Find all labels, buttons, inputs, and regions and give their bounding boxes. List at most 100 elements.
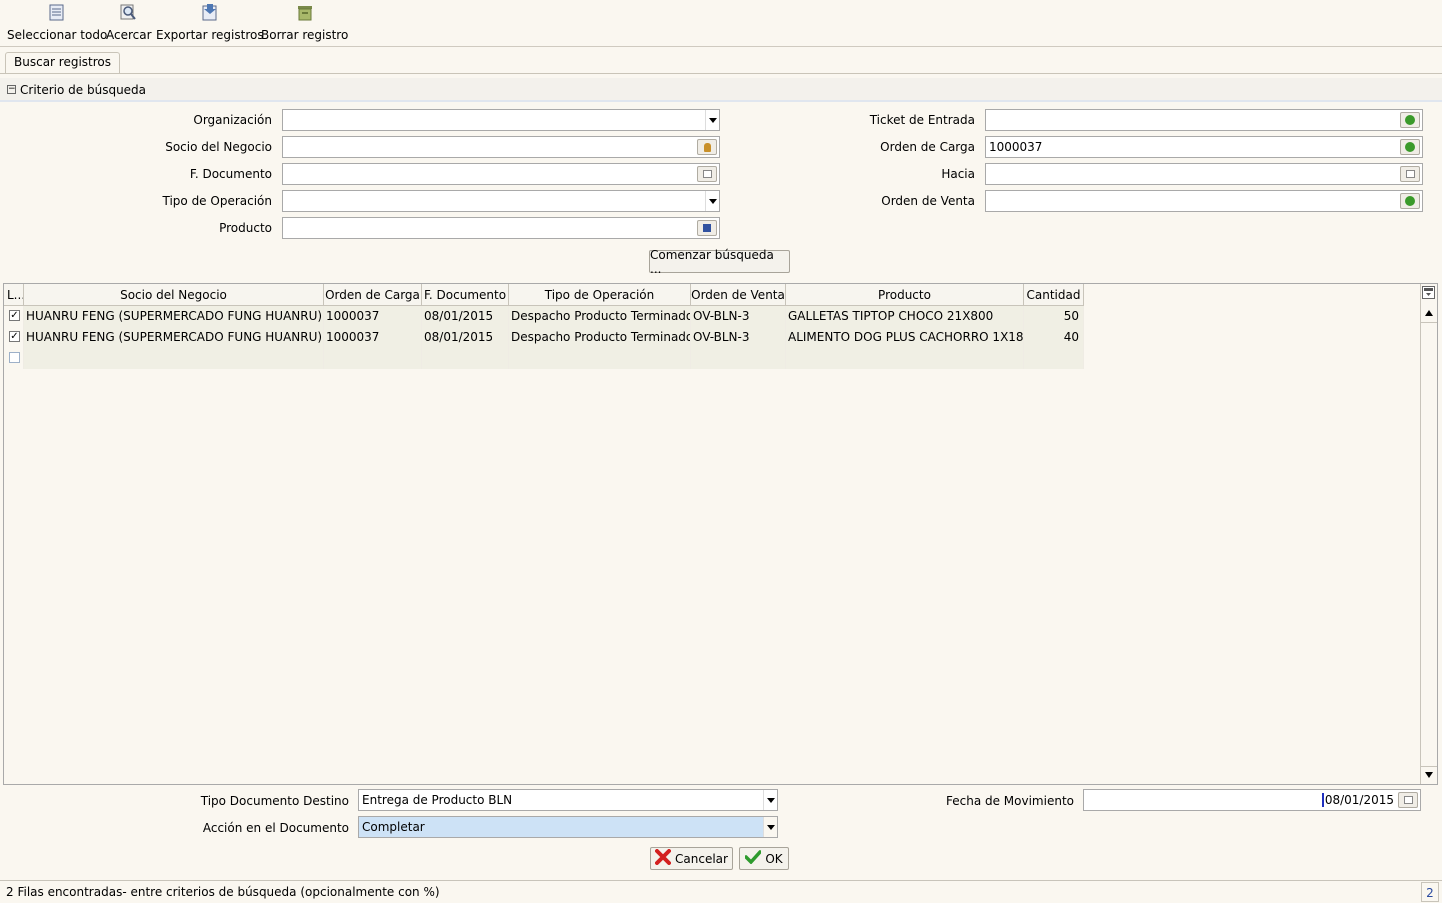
orden-venta-field[interactable]: [985, 190, 1423, 212]
organizacion-label: Organización: [193, 113, 272, 127]
cell-tipo-op: [509, 348, 691, 369]
cell-orden-venta: OV-BLN-3: [691, 327, 786, 348]
cell-socio: HUANRU FENG (SUPERMERCADO FUNG HUANRU): [24, 327, 324, 348]
calendar-icon[interactable]: [1398, 792, 1418, 808]
ok-button[interactable]: OK: [739, 847, 789, 870]
zoom-icon: [106, 2, 152, 24]
orden-carga-field[interactable]: 1000037: [985, 136, 1423, 158]
scroll-down-icon[interactable]: [1425, 772, 1433, 778]
cell-orden-carga: [324, 348, 422, 369]
cell-cantidad: 40: [1024, 327, 1084, 348]
results-table: L... Socio del Negocio Orden de Carga F.…: [3, 283, 1438, 785]
calendar-icon[interactable]: [1400, 166, 1420, 182]
vertical-scrollbar[interactable]: [1420, 284, 1437, 784]
fdoc-label: F. Documento: [189, 167, 272, 181]
fdoc-field[interactable]: [282, 163, 720, 185]
close-icon: [655, 849, 672, 868]
row-select-cell[interactable]: [4, 348, 24, 369]
column-header-orden-carga[interactable]: Orden de Carga: [324, 284, 422, 306]
table-row[interactable]: [4, 348, 1084, 369]
column-header-socio[interactable]: Socio del Negocio: [24, 284, 324, 306]
ticket-label: Ticket de Entrada: [869, 113, 975, 127]
row-checkbox[interactable]: [9, 352, 20, 363]
fecha-value: 08/01/2015: [1321, 793, 1394, 807]
cell-cantidad: 50: [1024, 306, 1084, 327]
cell-fdoc: [422, 348, 509, 369]
product-icon[interactable]: [697, 220, 717, 236]
cell-orden-venta: OV-BLN-3: [691, 306, 786, 327]
cancel-label: Cancelar: [675, 851, 728, 866]
column-header-tipo-op[interactable]: Tipo de Operación: [509, 284, 691, 306]
tipo-doc-label: Tipo Documento Destino: [200, 794, 349, 808]
cell-producto: GALLETAS TIPTOP CHOCO 21X800: [786, 306, 1024, 327]
tab-divider: [0, 73, 1442, 74]
socio-field[interactable]: [282, 136, 720, 158]
cell-cantidad: [1024, 348, 1084, 369]
accion-value: Completar: [362, 820, 425, 834]
scroll-divider: [1421, 766, 1437, 767]
chevron-down-icon[interactable]: [705, 110, 719, 130]
table-row[interactable]: ✓ HUANRU FENG (SUPERMERCADO FUNG HUANRU)…: [4, 327, 1084, 348]
calendar-icon[interactable]: [697, 166, 717, 182]
select-all-button[interactable]: Seleccionar todo: [7, 2, 107, 42]
column-header-producto[interactable]: Producto: [786, 284, 1024, 306]
orden-carga-label: Orden de Carga: [880, 140, 975, 154]
chevron-down-icon[interactable]: [763, 790, 777, 810]
organizacion-select[interactable]: [282, 109, 720, 131]
chevron-down-icon[interactable]: [705, 191, 719, 211]
cell-fdoc: 08/01/2015: [422, 327, 509, 348]
start-search-button[interactable]: Comenzar búsqueda ...: [649, 248, 790, 276]
search-lookup-icon[interactable]: [1400, 139, 1420, 155]
chevron-down-icon[interactable]: [763, 817, 777, 837]
search-lookup-icon[interactable]: [1400, 112, 1420, 128]
tipo-doc-select[interactable]: Entrega de Producto BLN: [358, 789, 778, 811]
trash-icon: [261, 2, 348, 24]
table-row[interactable]: ✓ HUANRU FENG (SUPERMERCADO FUNG HUANRU)…: [4, 306, 1084, 327]
scroll-up-icon[interactable]: [1425, 310, 1433, 316]
cell-orden-carga: 1000037: [324, 327, 422, 348]
collapse-icon[interactable]: −: [7, 85, 16, 94]
column-chooser-icon[interactable]: [1422, 286, 1435, 299]
search-lookup-icon[interactable]: [1400, 193, 1420, 209]
column-header-fdoc[interactable]: F. Documento: [422, 284, 509, 306]
fecha-field[interactable]: 08/01/2015: [1083, 789, 1421, 811]
status-bar: 2 Filas encontradas- entre criterios de …: [0, 880, 1442, 903]
row-checkbox[interactable]: ✓: [9, 310, 20, 321]
status-text: 2 Filas encontradas- entre criterios de …: [6, 885, 440, 899]
export-button[interactable]: Exportar registros: [156, 2, 264, 42]
column-header-select[interactable]: L...: [4, 284, 24, 306]
criteria-title: Criterio de búsqueda: [20, 83, 147, 97]
column-header-cantidad[interactable]: Cantidad: [1024, 284, 1084, 306]
hacia-field[interactable]: [985, 163, 1423, 185]
producto-field[interactable]: [282, 217, 720, 239]
cell-socio: HUANRU FENG (SUPERMERCADO FUNG HUANRU): [24, 306, 324, 327]
cell-socio: [24, 348, 324, 369]
tipo-doc-value: Entrega de Producto BLN: [362, 793, 513, 807]
row-select-cell[interactable]: ✓: [4, 327, 24, 348]
tipo-op-label: Tipo de Operación: [162, 194, 273, 208]
select-all-icon: [7, 2, 107, 24]
cell-tipo-op: Despacho Producto Terminado: [509, 306, 691, 327]
ticket-field[interactable]: [985, 109, 1423, 131]
tipo-op-select[interactable]: [282, 190, 720, 212]
column-header-orden-venta[interactable]: Orden de Venta: [691, 284, 786, 306]
socio-label: Socio del Negocio: [165, 140, 272, 154]
tab-buscar-registros[interactable]: Buscar registros: [5, 52, 121, 74]
hacia-label: Hacia: [941, 167, 975, 181]
export-icon: [156, 2, 264, 24]
cell-producto: ALIMENTO DOG PLUS CACHORRO 1X18: [786, 327, 1024, 348]
cell-fdoc: 08/01/2015: [422, 306, 509, 327]
cancel-button[interactable]: Cancelar: [650, 847, 733, 870]
zoom-button[interactable]: Acercar: [106, 2, 152, 42]
accion-select[interactable]: Completar: [358, 816, 778, 838]
row-checkbox[interactable]: ✓: [9, 331, 20, 342]
cell-producto: [786, 348, 1024, 369]
ok-label: OK: [765, 851, 783, 866]
delete-button[interactable]: Borrar registro: [261, 2, 348, 42]
row-select-cell[interactable]: ✓: [4, 306, 24, 327]
toolbar: Seleccionar todo Acercar Exportar regist…: [0, 0, 1442, 47]
criteria-header[interactable]: − Criterio de búsqueda: [0, 78, 1442, 102]
cell-orden-venta: [691, 348, 786, 369]
cell-tipo-op: Despacho Producto Terminado: [509, 327, 691, 348]
business-partner-icon[interactable]: [697, 139, 717, 155]
